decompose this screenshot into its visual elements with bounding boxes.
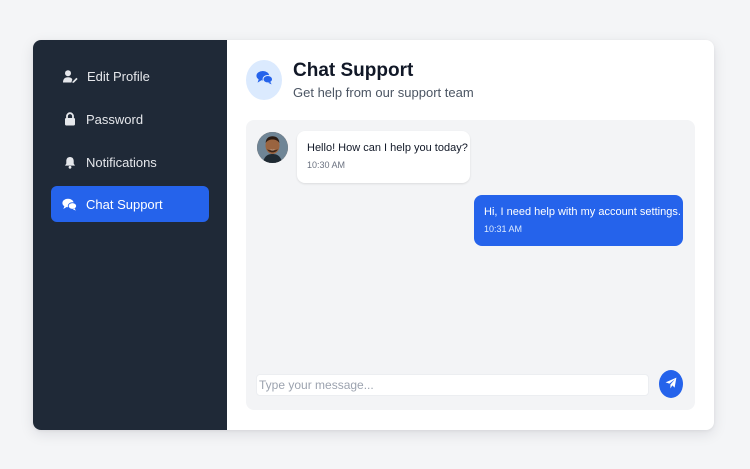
sidebar-item-label: Chat Support <box>86 196 163 212</box>
sidebar-item-label: Edit Profile <box>87 68 150 84</box>
sidebar-item-chat-support[interactable]: Chat Support <box>51 186 209 222</box>
bell-icon <box>62 155 77 170</box>
avatar <box>257 132 288 163</box>
sidebar-item-edit-profile[interactable]: Edit Profile <box>51 58 209 94</box>
message-timestamp: 10:30 AM <box>307 160 346 170</box>
paper-plane-icon <box>665 377 677 392</box>
sidebar-item-password[interactable]: Password <box>51 101 209 137</box>
chat-panel: Hello! How can I help you today? 10:30 A… <box>246 120 695 410</box>
agent-message-bubble: Hello! How can I help you today? 10:30 A… <box>297 131 470 183</box>
message-input[interactable] <box>256 374 649 396</box>
comments-icon <box>62 197 77 212</box>
sidebar-item-notifications[interactable]: Notifications <box>51 144 209 180</box>
header-icon-circle <box>246 60 282 100</box>
user-edit-icon <box>63 69 78 84</box>
main-content: Chat Support Get help from our support t… <box>227 40 714 430</box>
sidebar-item-label: Password <box>86 111 144 127</box>
message-text: Hi, I need help with my account settings… <box>484 206 681 218</box>
message-text: Hello! How can I help you today? <box>307 142 468 154</box>
settings-card: Edit Profile Password Notifications Chat… <box>33 40 714 430</box>
send-button[interactable] <box>659 370 683 398</box>
lock-icon <box>62 112 77 127</box>
page-subtitle: Get help from our support team <box>293 85 474 100</box>
sidebar-item-label: Notifications <box>86 154 157 170</box>
page-title: Chat Support <box>293 60 414 81</box>
comments-icon <box>255 70 273 90</box>
message-timestamp: 10:31 AM <box>484 224 523 234</box>
sidebar: Edit Profile Password Notifications Chat… <box>33 40 227 430</box>
user-message-bubble: Hi, I need help with my account settings… <box>474 195 683 246</box>
